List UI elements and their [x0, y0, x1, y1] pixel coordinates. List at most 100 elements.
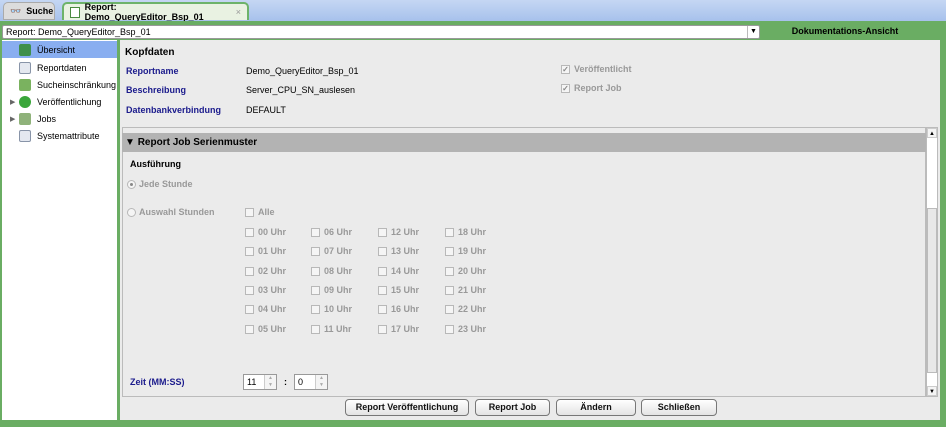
expand-icon[interactable]: ▶: [10, 115, 15, 123]
expand-icon[interactable]: ▶: [10, 98, 15, 106]
jobs-icon: [19, 112, 31, 125]
ausfuehrung-label: Ausführung: [130, 159, 181, 169]
hour-checkbox[interactable]: 11 Uhr: [311, 324, 352, 334]
hour-checkbox[interactable]: 22 Uhr: [445, 304, 486, 314]
jede-stunde-radio[interactable]: Jede Stunde: [127, 179, 193, 189]
hour-checkbox[interactable]: 16 Uhr: [378, 304, 419, 314]
checkbox-icon: [445, 227, 454, 237]
hour-checkbox[interactable]: 23 Uhr: [445, 324, 486, 334]
hour-checkbox[interactable]: 19 Uhr: [445, 246, 486, 256]
spinner-arrows-icon[interactable]: ▲ ▼: [264, 375, 276, 389]
scroll-thumb[interactable]: [927, 208, 937, 373]
checkbox-icon: [311, 324, 320, 334]
hour-checkbox[interactable]: 15 Uhr: [378, 285, 419, 295]
report-selector[interactable]: Report: Demo_QueryEditor_Bsp_01 ▼: [2, 25, 760, 39]
view-label: Dokumentations-Ansicht: [791, 26, 899, 36]
seconds-spinner[interactable]: 0 ▲ ▼: [294, 374, 328, 390]
hour-checkbox[interactable]: 03 Uhr: [245, 285, 286, 295]
checkbox-icon: [378, 304, 387, 314]
checkbox-icon: [311, 304, 320, 314]
sidebar-item-systemattribute[interactable]: Systemattribute: [2, 127, 117, 144]
spinner-arrows-icon[interactable]: ▲ ▼: [315, 375, 327, 389]
checkbox-icon: [311, 266, 320, 276]
checkbox-icon: [378, 246, 387, 256]
beschreibung-value: Server_CPU_SN_auslesen: [246, 85, 356, 95]
checkbox-icon: [311, 285, 320, 295]
chevron-down-icon[interactable]: ▼: [747, 26, 759, 38]
hour-checkbox[interactable]: 14 Uhr: [378, 266, 419, 276]
report-icon: [70, 6, 80, 18]
checkbox-icon: [445, 285, 454, 295]
hour-checkbox[interactable]: 09 Uhr: [311, 285, 352, 295]
hour-checkbox[interactable]: 00 Uhr: [245, 227, 286, 237]
minutes-spinner[interactable]: 11 ▲ ▼: [243, 374, 277, 390]
hour-checkbox[interactable]: 08 Uhr: [311, 266, 352, 276]
close-tab-icon[interactable]: ×: [236, 7, 241, 17]
hour-checkbox[interactable]: 12 Uhr: [378, 227, 419, 237]
hour-checkbox[interactable]: 20 Uhr: [445, 266, 486, 276]
report-job-button[interactable]: Report Job: [475, 399, 550, 416]
magnifier-icon: [19, 43, 31, 56]
hour-checkbox[interactable]: 04 Uhr: [245, 304, 286, 314]
scroll-up-icon[interactable]: ▲: [927, 128, 937, 138]
zeit-label: Zeit (MM:SS): [130, 377, 185, 387]
checkbox-icon: [378, 324, 387, 334]
binoculars-icon: 👓: [10, 5, 22, 16]
hour-checkbox[interactable]: 17 Uhr: [378, 324, 419, 334]
checkbox-icon: [378, 285, 387, 295]
checkbox-icon: [445, 266, 454, 276]
hour-checkbox[interactable]: 05 Uhr: [245, 324, 286, 334]
checkbox-icon: [245, 324, 254, 334]
publish-icon: [19, 95, 31, 108]
aendern-button[interactable]: Ändern: [556, 399, 636, 416]
sidebar: Übersicht Reportdaten Sucheinschränkung …: [2, 40, 117, 420]
checkbox-icon: [245, 227, 254, 237]
filter-icon: [19, 78, 31, 91]
sidebar-item-uebersicht[interactable]: Übersicht: [2, 41, 117, 58]
checkbox-icon: [378, 227, 387, 237]
kopfdaten-section: Kopfdaten Reportname Demo_QueryEditor_Bs…: [120, 40, 940, 122]
reportname-value: Demo_QueryEditor_Bsp_01: [246, 66, 359, 76]
db-label: Datenbankverbindung: [126, 105, 222, 115]
hour-checkbox[interactable]: 01 Uhr: [245, 246, 286, 256]
alle-checkbox[interactable]: Alle: [245, 207, 275, 217]
checkbox-icon: [245, 304, 254, 314]
checkbox-icon: [245, 266, 254, 276]
hour-checkbox[interactable]: 06 Uhr: [311, 227, 352, 237]
checkbox-icon: [245, 285, 254, 295]
checkbox-icon: [311, 227, 320, 237]
auswahl-stunden-radio[interactable]: Auswahl Stunden: [127, 207, 215, 217]
tab-report[interactable]: Report: Demo_QueryEditor_Bsp_01 ×: [62, 2, 249, 22]
schliessen-button[interactable]: Schließen: [641, 399, 717, 416]
checkbox-icon: [245, 246, 254, 256]
checkbox-icon: [445, 304, 454, 314]
db-value: DEFAULT: [246, 105, 286, 115]
checkbox-icon: [378, 266, 387, 276]
hour-checkbox[interactable]: 10 Uhr: [311, 304, 352, 314]
checkbox-icon: [311, 246, 320, 256]
time-separator: :: [284, 377, 287, 387]
hour-checkbox[interactable]: 13 Uhr: [378, 246, 419, 256]
collapse-icon[interactable]: ▼: [125, 137, 135, 148]
sidebar-item-jobs[interactable]: ▶ Jobs: [2, 110, 117, 127]
serienmuster-scroll-area: [122, 127, 926, 397]
scroll-down-icon[interactable]: ▼: [927, 386, 937, 396]
hour-checkbox[interactable]: 02 Uhr: [245, 266, 286, 276]
tab-suche[interactable]: 👓 Suche: [3, 2, 55, 20]
sidebar-item-veroeffentlichung[interactable]: ▶ Veröffentlichung: [2, 93, 117, 110]
report-job-checkbox[interactable]: ✓ Report Job: [561, 83, 622, 93]
section-title: Kopfdaten: [125, 47, 175, 58]
veroeffentlicht-checkbox[interactable]: ✓ Veröffentlicht: [561, 64, 632, 74]
checkbox-icon: [445, 324, 454, 334]
hour-checkbox[interactable]: 07 Uhr: [311, 246, 352, 256]
beschreibung-label: Beschreibung: [126, 85, 187, 95]
report-veroeffentlichung-button[interactable]: Report Veröffentlichung: [345, 399, 469, 416]
reportname-label: Reportname: [126, 66, 179, 76]
section-header[interactable]: ▼ Report Job Serienmuster: [122, 133, 926, 152]
checkbox-icon: [445, 246, 454, 256]
sidebar-item-sucheinschraenkung[interactable]: Sucheinschränkung: [2, 76, 117, 93]
sidebar-item-reportdaten[interactable]: Reportdaten: [2, 59, 117, 76]
hour-checkbox[interactable]: 21 Uhr: [445, 285, 486, 295]
hour-checkbox[interactable]: 18 Uhr: [445, 227, 486, 237]
vertical-scrollbar[interactable]: ▲ ▼: [926, 127, 938, 397]
